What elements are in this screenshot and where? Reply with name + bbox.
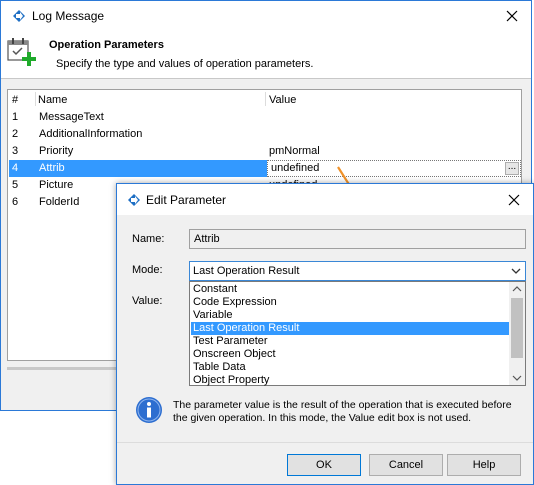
row-number: 4 (12, 162, 19, 174)
dialog-title: Edit Parameter (146, 193, 227, 207)
title-bar: Log Message (1, 1, 531, 31)
mode-options-list: Constant Code Expression Variable Last O… (189, 281, 526, 386)
row-number: 3 (12, 145, 19, 157)
option-constant[interactable]: Constant (191, 283, 510, 296)
ok-button[interactable]: OK (287, 454, 361, 476)
option-table-data[interactable]: Table Data (191, 361, 510, 374)
column-header-number[interactable]: # (12, 92, 18, 108)
row-name: Priority (39, 145, 74, 157)
value-label: Value: (132, 295, 163, 307)
scroll-up-icon[interactable] (512, 286, 522, 292)
row-name: FolderId (39, 196, 80, 208)
option-last-operation-result[interactable]: Last Operation Result (191, 322, 510, 335)
dialog-header: Operation Parameters Specify the type an… (1, 31, 531, 79)
name-value: Attrib (194, 233, 220, 245)
help-button[interactable]: Help (447, 454, 521, 476)
option-object-property[interactable]: Object Property (191, 374, 510, 387)
edit-parameter-dialog: Edit Parameter Name: Attrib Mode: Last O… (116, 183, 534, 485)
close-icon[interactable] (505, 191, 523, 209)
scroll-down-icon[interactable] (512, 375, 522, 381)
column-divider (265, 92, 266, 106)
ellipsis-button[interactable]: ... (505, 162, 519, 175)
column-header-value[interactable]: Value (269, 92, 296, 108)
header-title: Operation Parameters (49, 39, 164, 51)
option-variable[interactable]: Variable (191, 309, 510, 322)
column-divider (35, 92, 36, 106)
chevron-down-icon[interactable] (511, 267, 521, 275)
testcomplete-app-icon (128, 194, 140, 206)
option-test-parameter[interactable]: Test Parameter (191, 335, 510, 348)
options-scrollbar[interactable] (509, 282, 525, 385)
column-header-name[interactable]: Name (38, 92, 67, 108)
mode-dropdown[interactable]: Last Operation Result (189, 261, 526, 281)
window-title: Log Message (32, 9, 105, 23)
option-onscreen-object[interactable]: Onscreen Object (191, 348, 510, 361)
title-bar: Edit Parameter (117, 184, 533, 215)
value-edit-box[interactable]: undefined ... (267, 160, 521, 177)
header-subtitle: Specify the type and values of operation… (56, 58, 314, 70)
testcomplete-app-icon (13, 10, 25, 22)
cancel-button[interactable]: Cancel (369, 454, 443, 476)
row-number: 5 (12, 179, 19, 191)
row-value: pmNormal (269, 145, 320, 157)
row-number: 2 (12, 128, 19, 140)
option-code-expression[interactable]: Code Expression (191, 296, 510, 309)
scrollbar-thumb[interactable] (511, 298, 523, 358)
row-name: MessageText (39, 111, 104, 123)
info-icon (136, 397, 162, 423)
table-row[interactable]: 1 MessageText (9, 109, 521, 126)
table-row[interactable]: 3 Priority pmNormal (9, 143, 521, 160)
close-icon[interactable] (503, 7, 521, 25)
row-number: 6 (12, 196, 19, 208)
table-row[interactable]: 2 AdditionalInformation (9, 126, 521, 143)
table-row-selected[interactable]: 4 Attrib undefined ... (9, 160, 521, 177)
row-name: AdditionalInformation (39, 128, 143, 140)
calendar-add-icon (7, 38, 36, 66)
mode-description: The parameter value is the result of the… (173, 399, 512, 424)
divider (117, 442, 533, 443)
mode-selected-value: Last Operation Result (193, 265, 300, 277)
row-value: undefined (271, 162, 320, 174)
row-name: Picture (39, 179, 74, 191)
mode-label: Mode: (132, 264, 163, 276)
row-name: Attrib (39, 162, 65, 174)
name-field: Attrib (189, 229, 526, 249)
name-label: Name: (132, 233, 165, 245)
row-number: 1 (12, 111, 19, 123)
